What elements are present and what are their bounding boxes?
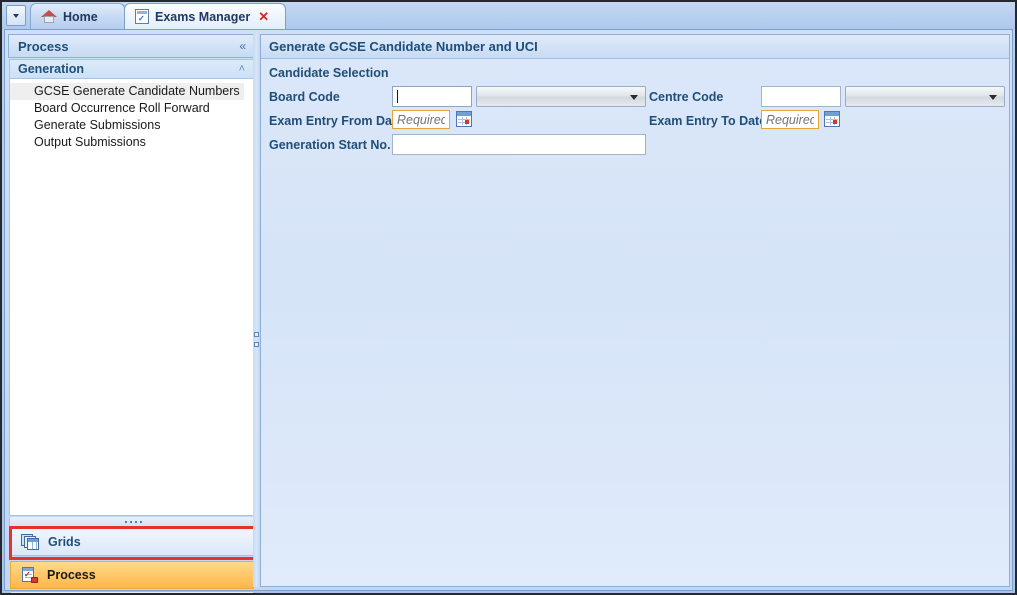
grip-dots-icon xyxy=(124,520,142,523)
label-generation-start-no: Generation Start No. xyxy=(269,138,391,152)
content-panel: Generate GCSE Candidate Number and UCI C… xyxy=(260,34,1010,587)
chevron-down-icon xyxy=(630,94,638,100)
group-header-generation[interactable]: Generation ˄ xyxy=(9,59,255,79)
tab-exams-manager[interactable]: ✓ Exams Manager ✕ xyxy=(124,3,286,29)
exam-entry-from-date-input[interactable] xyxy=(392,110,450,129)
tab-home[interactable]: Home xyxy=(30,3,125,29)
tree-item-generate-submissions[interactable]: Generate Submissions xyxy=(10,117,254,134)
exam-entry-to-date-input[interactable] xyxy=(761,110,819,129)
calendar-icon-from-date[interactable] xyxy=(456,111,472,127)
centre-code-input[interactable] xyxy=(761,86,841,107)
label-exam-entry-to-date: Exam Entry To Date xyxy=(649,114,767,128)
tree-item-gcse-generate-candidate-numbers[interactable]: GCSE Generate Candidate Numbers xyxy=(10,83,244,100)
process-icon: ✓ xyxy=(21,567,38,583)
page-title: Generate GCSE Candidate Number and UCI xyxy=(269,39,538,54)
nav-button-process-label: Process xyxy=(47,568,96,582)
tree-item-board-occurrence-roll-forward[interactable]: Board Occurrence Roll Forward xyxy=(10,100,254,117)
content-title-bar: Generate GCSE Candidate Number and UCI xyxy=(261,35,1009,59)
document-check-icon: ✓ xyxy=(135,9,149,24)
panel-expander-button[interactable] xyxy=(10,591,254,593)
nav-button-grids[interactable]: Grids xyxy=(10,528,254,556)
grids-icon xyxy=(21,534,39,550)
process-navigation-panel: Process « Generation ˄ GCSE Generate Can… xyxy=(8,34,259,593)
tab-strip: Home ✓ Exams Manager ✕ xyxy=(2,2,1015,29)
label-exam-entry-from-date: Exam Entry From Date xyxy=(269,114,404,128)
home-icon xyxy=(41,9,57,24)
panel-resize-grip[interactable] xyxy=(9,517,257,526)
tab-home-label: Home xyxy=(63,9,98,24)
text-cursor xyxy=(397,90,398,103)
panel-title: Process xyxy=(18,38,69,54)
tab-exams-manager-label: Exams Manager xyxy=(155,9,251,24)
generation-start-no-input[interactable] xyxy=(392,134,646,155)
calendar-icon-to-date[interactable] xyxy=(824,111,840,127)
chevron-down-icon xyxy=(13,13,19,18)
label-centre-code: Centre Code xyxy=(649,90,724,104)
board-code-input[interactable] xyxy=(392,86,472,107)
board-code-dropdown[interactable] xyxy=(476,86,646,107)
tab-close-icon[interactable]: ✕ xyxy=(258,10,269,23)
nav-button-process[interactable]: ✓ Process xyxy=(10,561,254,589)
chevron-down-icon xyxy=(989,94,997,100)
process-tree: GCSE Generate Candidate Numbers Board Oc… xyxy=(9,79,255,516)
client-area: Process « Generation ˄ GCSE Generate Can… xyxy=(4,29,1013,593)
panel-header: Process « xyxy=(8,34,256,58)
tab-list-dropdown-button[interactable] xyxy=(6,5,26,26)
nav-button-grids-label: Grids xyxy=(48,535,81,549)
section-label-candidate-selection: Candidate Selection xyxy=(269,66,389,80)
panel-splitter[interactable] xyxy=(253,34,260,587)
application-window: Home ✓ Exams Manager ✕ Process « Generat… xyxy=(0,0,1017,595)
centre-code-dropdown[interactable] xyxy=(845,86,1005,107)
tree-item-output-submissions[interactable]: Output Submissions xyxy=(10,134,254,151)
collapse-left-icon[interactable]: « xyxy=(239,40,246,52)
splitter-grip-icon xyxy=(254,332,259,347)
group-header-label: Generation xyxy=(18,62,84,76)
chevron-up-icon[interactable]: ˄ xyxy=(239,63,245,75)
label-board-code: Board Code xyxy=(269,90,340,104)
